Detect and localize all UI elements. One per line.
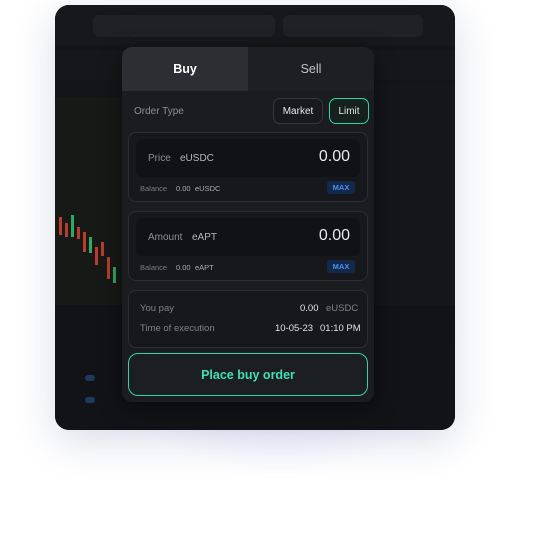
background-pill [85, 397, 95, 403]
amount-balance-value: 0.00 [176, 263, 191, 272]
price-input[interactable]: Price eUSDC 0.00 [136, 139, 360, 177]
amount-value: 0.00 [318, 227, 350, 244]
amount-balance-unit: eAPT [195, 263, 214, 272]
price-value: 0.00 [318, 148, 350, 165]
amount-unit: eAPT [192, 232, 218, 243]
execution-date: 10-05-23 [275, 323, 314, 334]
you-pay-value: 0.00 [300, 303, 319, 314]
market-order-button[interactable]: Market [273, 98, 323, 124]
amount-input[interactable]: Amount eAPT 0.00 [136, 218, 360, 256]
background-topbar [55, 5, 455, 45]
limit-order-button[interactable]: Limit [329, 98, 369, 124]
amount-max-button[interactable]: MAX [327, 260, 355, 273]
tab-sell[interactable]: Sell [248, 47, 374, 91]
amount-field-card: Amount eAPT 0.00 Balance 0.00 eAPT MAX [128, 211, 368, 281]
amount-balance-label: Balance [140, 263, 168, 272]
order-summary: You pay 0.00 eUSDC Time of execution 10-… [128, 290, 368, 348]
price-field-card: Price eUSDC 0.00 Balance 0.00 eUSDC MAX [128, 132, 368, 202]
buy-sell-tabs: Buy Sell [122, 47, 374, 91]
background-orderbook [375, 85, 455, 305]
background-pill [85, 375, 95, 381]
price-label: Price [148, 153, 171, 164]
you-pay-unit: eUSDC [326, 303, 359, 314]
price-max-button[interactable]: MAX [327, 181, 355, 194]
order-type-label: Order Type [134, 106, 184, 117]
background-connect-button [283, 15, 423, 37]
execution-clock: 01:10 PM [320, 323, 361, 334]
background-deposit-button [125, 15, 275, 37]
order-panel: Buy Sell Order Type Market Limit Price e… [122, 47, 374, 402]
price-balance-unit: eUSDC [195, 184, 221, 193]
tab-buy[interactable]: Buy [122, 47, 248, 91]
amount-label: Amount [148, 232, 183, 243]
execution-time-label: Time of execution [140, 323, 215, 334]
place-buy-order-button[interactable]: Place buy order [128, 353, 368, 396]
price-unit: eUSDC [180, 153, 214, 164]
price-balance-label: Balance [140, 184, 168, 193]
background-price-chart [55, 97, 123, 307]
price-balance-value: 0.00 [176, 184, 191, 193]
you-pay-label: You pay [140, 303, 174, 314]
